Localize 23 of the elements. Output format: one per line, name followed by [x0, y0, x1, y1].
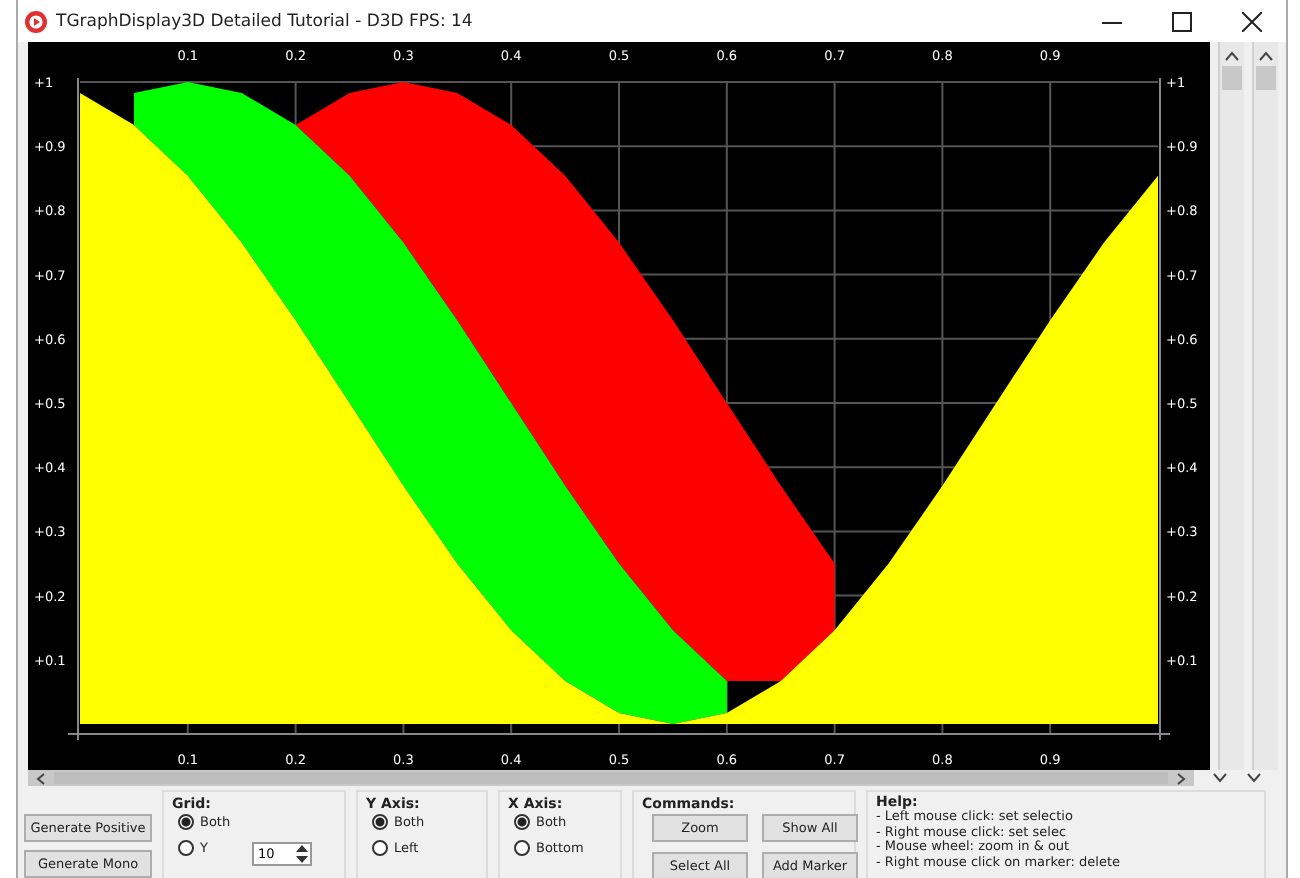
- radio-button[interactable]: [372, 814, 388, 830]
- scroll-down-icon[interactable]: [1246, 772, 1262, 784]
- window-title: TGraphDisplay3D Detailed Tutorial - D3D FPS: 14: [56, 11, 475, 31]
- app-icon: [24, 9, 48, 33]
- scroll-thumb[interactable]: [1256, 66, 1276, 90]
- scroll-right-icon[interactable]: [1176, 771, 1186, 785]
- radio-button[interactable]: [514, 840, 530, 856]
- horizontal-scrollbar[interactable]: [28, 770, 1194, 786]
- radio-button[interactable]: [178, 840, 194, 856]
- vertical-scrollbar[interactable]: [1218, 42, 1244, 770]
- scroll-left-icon[interactable]: [36, 771, 46, 785]
- scroll-thumb[interactable]: [1222, 66, 1242, 90]
- close-icon[interactable]: [1242, 11, 1262, 31]
- spin-arrows-icon[interactable]: [294, 842, 310, 866]
- radio-button[interactable]: [514, 814, 530, 830]
- scroll-up-icon[interactable]: [1258, 50, 1274, 62]
- vertical-scrollbar[interactable]: [1252, 42, 1278, 770]
- radio-button[interactable]: [372, 840, 388, 856]
- scroll-thumb[interactable]: [54, 772, 1168, 784]
- scroll-down-icon[interactable]: [1212, 772, 1228, 784]
- radio-button[interactable]: [178, 814, 194, 830]
- maximize-icon[interactable]: [1172, 11, 1192, 31]
- scroll-up-icon[interactable]: [1224, 50, 1240, 62]
